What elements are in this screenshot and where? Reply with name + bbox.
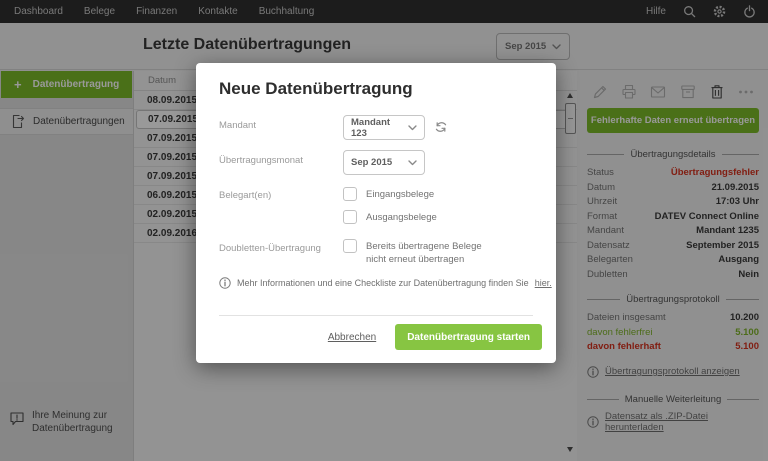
app-window: Dashboard Belege Finanzen Kontakte Buchh… [0, 0, 768, 461]
checkbox-icon [343, 210, 357, 224]
dialog-footer-divider [219, 315, 533, 316]
transfer-month-value: Sep 2015 [351, 157, 392, 168]
new-transfer-dialog: Neue Datenübertragung Mandant Mandant 12… [196, 63, 556, 363]
mandant-value: Mandant 123 [351, 117, 408, 139]
info-text: Mehr Informationen und eine Checkliste z… [237, 278, 529, 288]
checkbox-icon [343, 239, 357, 253]
dialog-info-row: Mehr Informationen und eine Checkliste z… [219, 277, 552, 289]
checkbox-ausgangsbelege[interactable]: Ausgangsbelege [343, 210, 437, 224]
dialog-footer: Abbrechen Datenübertragung starten [328, 324, 542, 350]
checkbox-label: Ausgangsbelege [366, 210, 437, 224]
doc-types-label: Belegart(en) [219, 190, 271, 201]
chevron-down-icon [408, 160, 417, 166]
mandant-dropdown[interactable]: Mandant 123 [343, 115, 425, 140]
duplicates-label: Doubletten-Übertragung [219, 243, 321, 254]
checkbox-eingangsbelege[interactable]: Eingangsbelege [343, 187, 434, 201]
checkbox-label: Eingangsbelege [366, 187, 434, 201]
info-icon [219, 277, 231, 289]
checkbox-label: Bereits übertragene Belege nicht erneut … [366, 239, 482, 266]
transfer-month-dropdown[interactable]: Sep 2015 [343, 150, 425, 175]
checkbox-icon [343, 187, 357, 201]
month-label: Übertragungsmonat [219, 155, 303, 166]
chevron-down-icon [408, 125, 417, 131]
mandant-label: Mandant [219, 120, 256, 131]
cancel-button[interactable]: Abbrechen [328, 332, 376, 343]
refresh-icon[interactable] [434, 120, 448, 134]
checkbox-duplicates[interactable]: Bereits übertragene Belege nicht erneut … [343, 239, 482, 266]
start-transfer-button[interactable]: Datenübertragung starten [395, 324, 542, 350]
dialog-title: Neue Datenübertragung [219, 79, 413, 99]
info-here-link[interactable]: hier. [535, 278, 552, 288]
